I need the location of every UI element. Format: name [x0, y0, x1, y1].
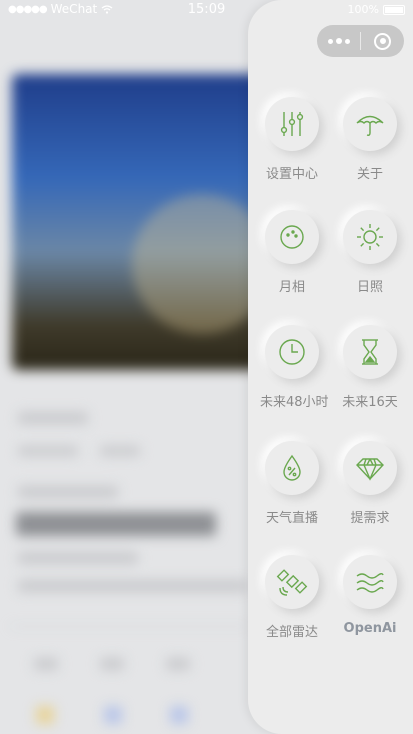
menu-item-sunshine[interactable]: 日照	[338, 210, 402, 295]
menu-item-about[interactable]: 关于	[338, 97, 402, 182]
humidity-drop-icon	[283, 454, 301, 481]
umbrella-icon	[356, 115, 384, 136]
menu-label: 未来48小时	[260, 395, 329, 410]
weather-live-button[interactable]	[265, 441, 319, 495]
request-button[interactable]	[343, 441, 397, 495]
status-bar: ●●●●● WeChat 15:09 100%	[0, 0, 413, 20]
menu-label: 日照	[356, 280, 383, 295]
battery-status: 100%	[348, 3, 405, 16]
menu-item-openai[interactable]: OpenAi	[338, 555, 402, 636]
menu-label: 关于	[356, 167, 383, 182]
menu-item-16-days[interactable]: 未来16天	[338, 325, 402, 410]
moon-phase-button[interactable]	[265, 210, 319, 264]
miniprogram-capsule	[317, 25, 404, 57]
menu-label: 提需求	[350, 511, 390, 526]
settings-button[interactable]	[265, 97, 319, 151]
menu-label: 月相	[278, 280, 305, 295]
clock-icon	[279, 339, 305, 365]
forecast-48h-button[interactable]	[265, 325, 319, 379]
openai-button[interactable]	[343, 555, 397, 609]
about-button[interactable]	[343, 97, 397, 151]
side-menu-panel: 设置中心 关于 月相 日照 未来48小时 未来16天 天气直播 提需求 全部雷达…	[248, 0, 413, 734]
sunshine-button[interactable]	[343, 210, 397, 264]
sun-icon	[357, 224, 383, 250]
menu-item-moon-phase[interactable]: 月相	[260, 210, 324, 295]
menu-item-48-hours[interactable]: 未来48小时	[260, 325, 329, 410]
menu-label: OpenAi	[343, 621, 397, 636]
battery-icon	[383, 4, 405, 15]
menu-item-weather-live[interactable]: 天气直播	[260, 441, 324, 526]
menu-label: 设置中心	[265, 167, 318, 182]
menu-label: 天气直播	[265, 511, 318, 526]
more-dots-icon[interactable]	[317, 25, 360, 57]
forecast-16d-button[interactable]	[343, 325, 397, 379]
waves-icon	[356, 573, 384, 593]
diamond-icon	[356, 458, 384, 481]
menu-label: 未来16天	[342, 395, 398, 410]
menu-item-all-radar[interactable]: 全部雷达	[260, 555, 324, 640]
menu-label: 全部雷达	[265, 625, 318, 640]
sliders-icon	[280, 112, 304, 136]
moon-face-icon	[280, 225, 304, 249]
menu-item-request[interactable]: 提需求	[338, 441, 402, 526]
satellite-icon	[276, 569, 308, 596]
menu-item-settings[interactable]: 设置中心	[260, 97, 324, 182]
hourglass-icon	[362, 339, 378, 365]
battery-percent: 100%	[347, 3, 379, 16]
close-circle-icon[interactable]	[361, 25, 404, 57]
all-radar-button[interactable]	[265, 555, 319, 609]
